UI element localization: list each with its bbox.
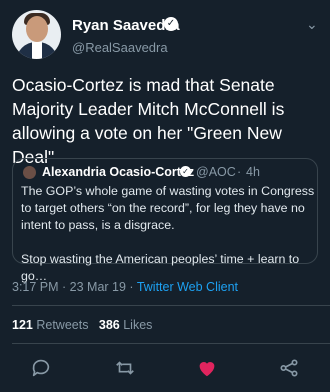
retweets-stat[interactable]: 121 Retweets xyxy=(12,318,88,332)
retweet-button[interactable] xyxy=(114,357,136,379)
quoted-tweet-text: The GOP’s whole game of wasting votes in… xyxy=(21,184,315,283)
author-handle[interactable]: @RealSaavedra xyxy=(72,40,168,55)
tweet-meta: 3:17 PM · 23 Mar 19 · Twitter Web Client xyxy=(12,280,238,294)
tweet-client-link[interactable]: Twitter Web Client xyxy=(137,280,238,294)
likes-stat[interactable]: 386 Likes xyxy=(99,318,153,332)
likes-count: 386 xyxy=(98,318,120,332)
tweet-text: Ocasio-Cortez is mad that Senate Majorit… xyxy=(12,75,285,167)
quoted-author-handle: @AOC xyxy=(196,165,236,179)
comment-icon xyxy=(32,359,50,377)
avatar-shirt xyxy=(32,42,42,59)
author-avatar[interactable] xyxy=(12,10,61,59)
tweet-timestamp: 3:17 PM · 23 Mar 19 · xyxy=(12,280,137,294)
share-icon xyxy=(280,359,298,377)
avatar-face xyxy=(26,16,48,42)
quoted-separator: · xyxy=(237,165,242,179)
engagement-stats: 121 Retweets 386 Likes xyxy=(12,318,152,332)
quoted-author-name: Alexandria Ocasio-Cortez xyxy=(42,165,195,179)
quoted-tweet[interactable]: Alexandria Ocasio-Cortez ✓ @AOC · 4h The… xyxy=(12,158,318,283)
chevron-down-icon[interactable]: ⌄ xyxy=(306,16,318,33)
like-button[interactable] xyxy=(196,357,218,379)
verified-badge-icon: ✓ xyxy=(164,17,178,31)
quoted-avatar xyxy=(23,166,36,179)
retweet-icon xyxy=(116,361,134,375)
retweets-count: 121 xyxy=(12,318,33,332)
likes-label: Likes xyxy=(123,318,153,332)
quoted-timestamp: 4h xyxy=(246,165,260,179)
reply-button[interactable] xyxy=(30,357,52,379)
retweets-label: Retweets xyxy=(36,318,89,332)
heart-icon xyxy=(199,362,215,377)
divider xyxy=(12,343,330,344)
quoted-verified-badge-icon: ✓ xyxy=(180,166,191,177)
divider xyxy=(12,305,330,306)
share-button[interactable] xyxy=(278,357,300,379)
